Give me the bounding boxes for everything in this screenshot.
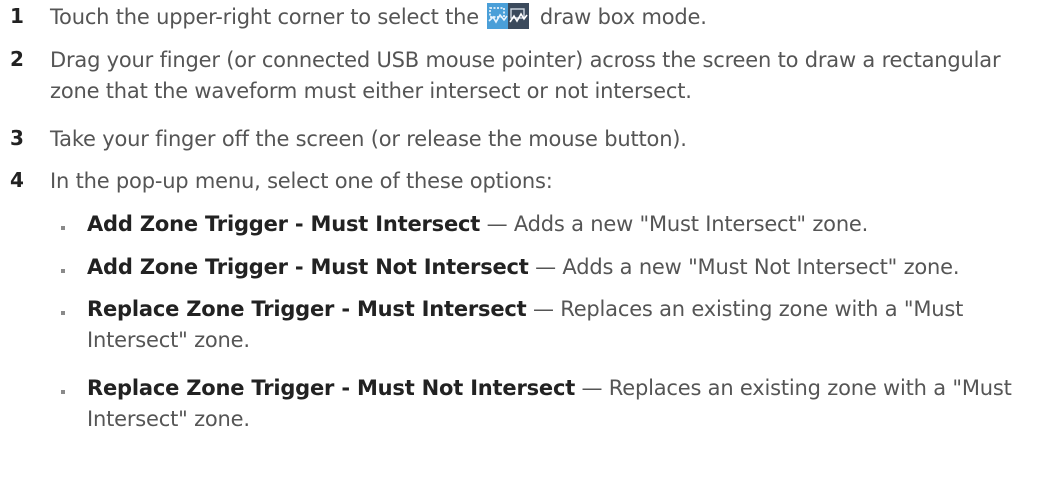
option-title: Add Zone Trigger - Must Intersect — [87, 212, 481, 236]
option-title: Add Zone Trigger - Must Not Intersect — [87, 255, 529, 279]
option-title: Replace Zone Trigger - Must Not Intersec… — [87, 376, 576, 400]
bullet-marker — [61, 311, 65, 315]
draw-box-mode-icon — [487, 3, 530, 29]
step-text: Touch the upper-right corner to select t… — [50, 2, 1050, 33]
option-title: Replace Zone Trigger - Must Intersect — [87, 297, 527, 321]
step-number: 2 — [10, 47, 24, 71]
step-text-before-icon: Touch the upper-right corner to select t… — [50, 5, 479, 29]
option-text: Replace Zone Trigger - Must Intersect — … — [87, 294, 1052, 356]
step-text: In the pop-up menu, select one of these … — [50, 169, 553, 193]
step-text: Drag your finger (or connected USB mouse… — [50, 48, 1001, 103]
step-number: 3 — [10, 126, 24, 150]
step-number: 1 — [10, 4, 24, 28]
step-text: Take your finger off the screen (or rele… — [50, 127, 687, 151]
option-text: Add Zone Trigger - Must Intersect — Adds… — [87, 209, 1052, 240]
bullet-marker — [61, 226, 65, 230]
option-text: Replace Zone Trigger - Must Not Intersec… — [87, 373, 1052, 435]
bullet-marker — [61, 390, 65, 394]
option-description: — Adds a new "Must Not Intersect" zone. — [535, 255, 960, 279]
option-text: Add Zone Trigger - Must Not Intersect — … — [87, 252, 1052, 283]
bullet-marker — [61, 269, 65, 273]
step-text-after-icon: draw box mode. — [539, 5, 707, 29]
option-description: — Adds a new "Must Intersect" zone. — [486, 212, 869, 236]
step-number: 4 — [10, 168, 24, 192]
